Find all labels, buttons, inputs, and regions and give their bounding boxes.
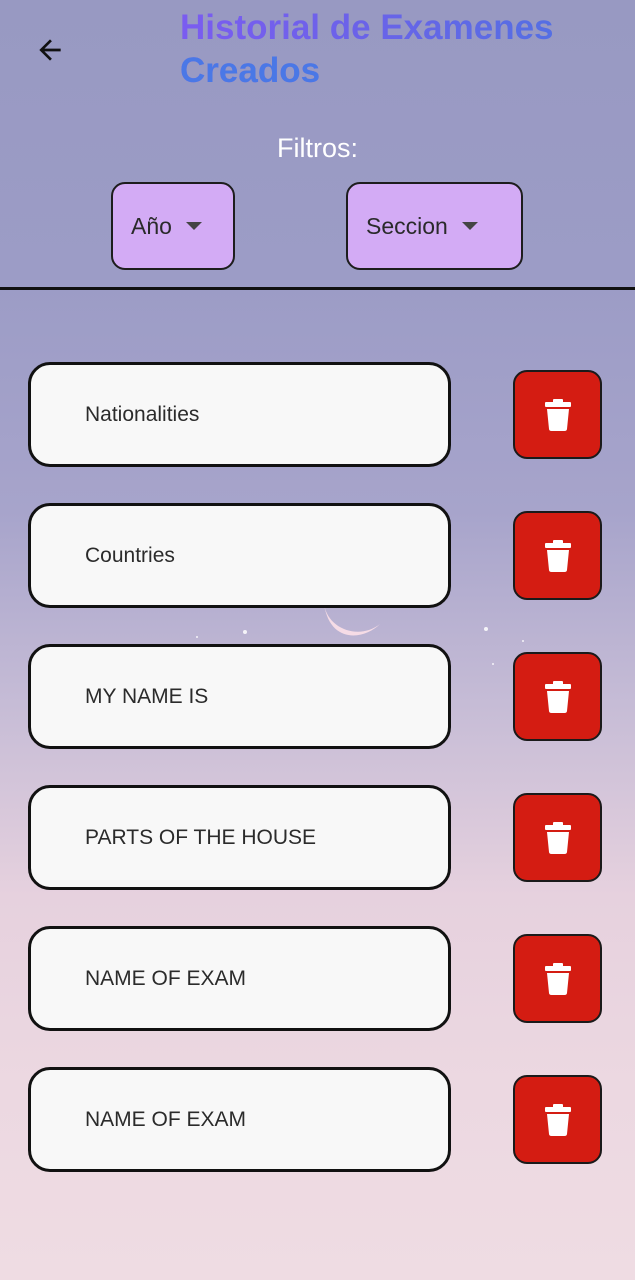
header-divider	[0, 287, 635, 290]
filters-label: Filtros:	[277, 133, 358, 163]
title-line-1: Historial de Examenes	[180, 8, 554, 47]
section-dropdown-label: Seccion	[366, 212, 448, 239]
trash-icon	[544, 821, 571, 854]
exam-name: MY NAME IS	[85, 684, 209, 708]
caret-down-icon	[185, 222, 202, 230]
exam-item[interactable]: PARTS OF THE HOUSE	[28, 785, 451, 890]
section-dropdown[interactable]: Seccion	[346, 182, 523, 270]
exam-name: Countries	[85, 543, 175, 567]
star-decoration	[484, 627, 488, 631]
year-dropdown-label: Año	[131, 212, 172, 239]
star-decoration	[492, 663, 494, 665]
delete-exam-button[interactable]	[513, 652, 602, 741]
exam-item[interactable]: MY NAME IS	[28, 644, 451, 749]
trash-icon	[544, 680, 571, 713]
exam-item[interactable]: NAME OF EXAM	[28, 926, 451, 1031]
exam-name: NAME OF EXAM	[85, 1107, 247, 1131]
year-dropdown[interactable]: Año	[111, 182, 235, 270]
trash-icon	[544, 1103, 571, 1136]
exam-item[interactable]: Countries	[28, 503, 451, 608]
delete-exam-button[interactable]	[513, 934, 602, 1023]
exam-item[interactable]: Nationalities	[28, 362, 451, 467]
exam-name: NAME OF EXAM	[85, 966, 247, 990]
star-decoration	[522, 640, 524, 642]
trash-icon	[544, 539, 571, 572]
exam-item[interactable]: NAME OF EXAM	[28, 1067, 451, 1172]
delete-exam-button[interactable]	[513, 793, 602, 882]
exam-name: PARTS OF THE HOUSE	[85, 825, 317, 849]
delete-exam-button[interactable]	[513, 1075, 602, 1164]
title-line-2: Creados	[180, 49, 600, 92]
star-decoration	[243, 630, 247, 634]
back-button[interactable]	[28, 28, 72, 72]
trash-icon	[544, 962, 571, 995]
exam-name: Nationalities	[85, 402, 200, 426]
caret-down-icon	[461, 222, 478, 230]
delete-exam-button[interactable]	[513, 511, 602, 600]
trash-icon	[544, 398, 571, 431]
delete-exam-button[interactable]	[513, 370, 602, 459]
page-title: Historial de Examenes Creados	[180, 6, 600, 92]
star-decoration	[196, 636, 198, 638]
arrow-left-icon	[39, 39, 61, 61]
